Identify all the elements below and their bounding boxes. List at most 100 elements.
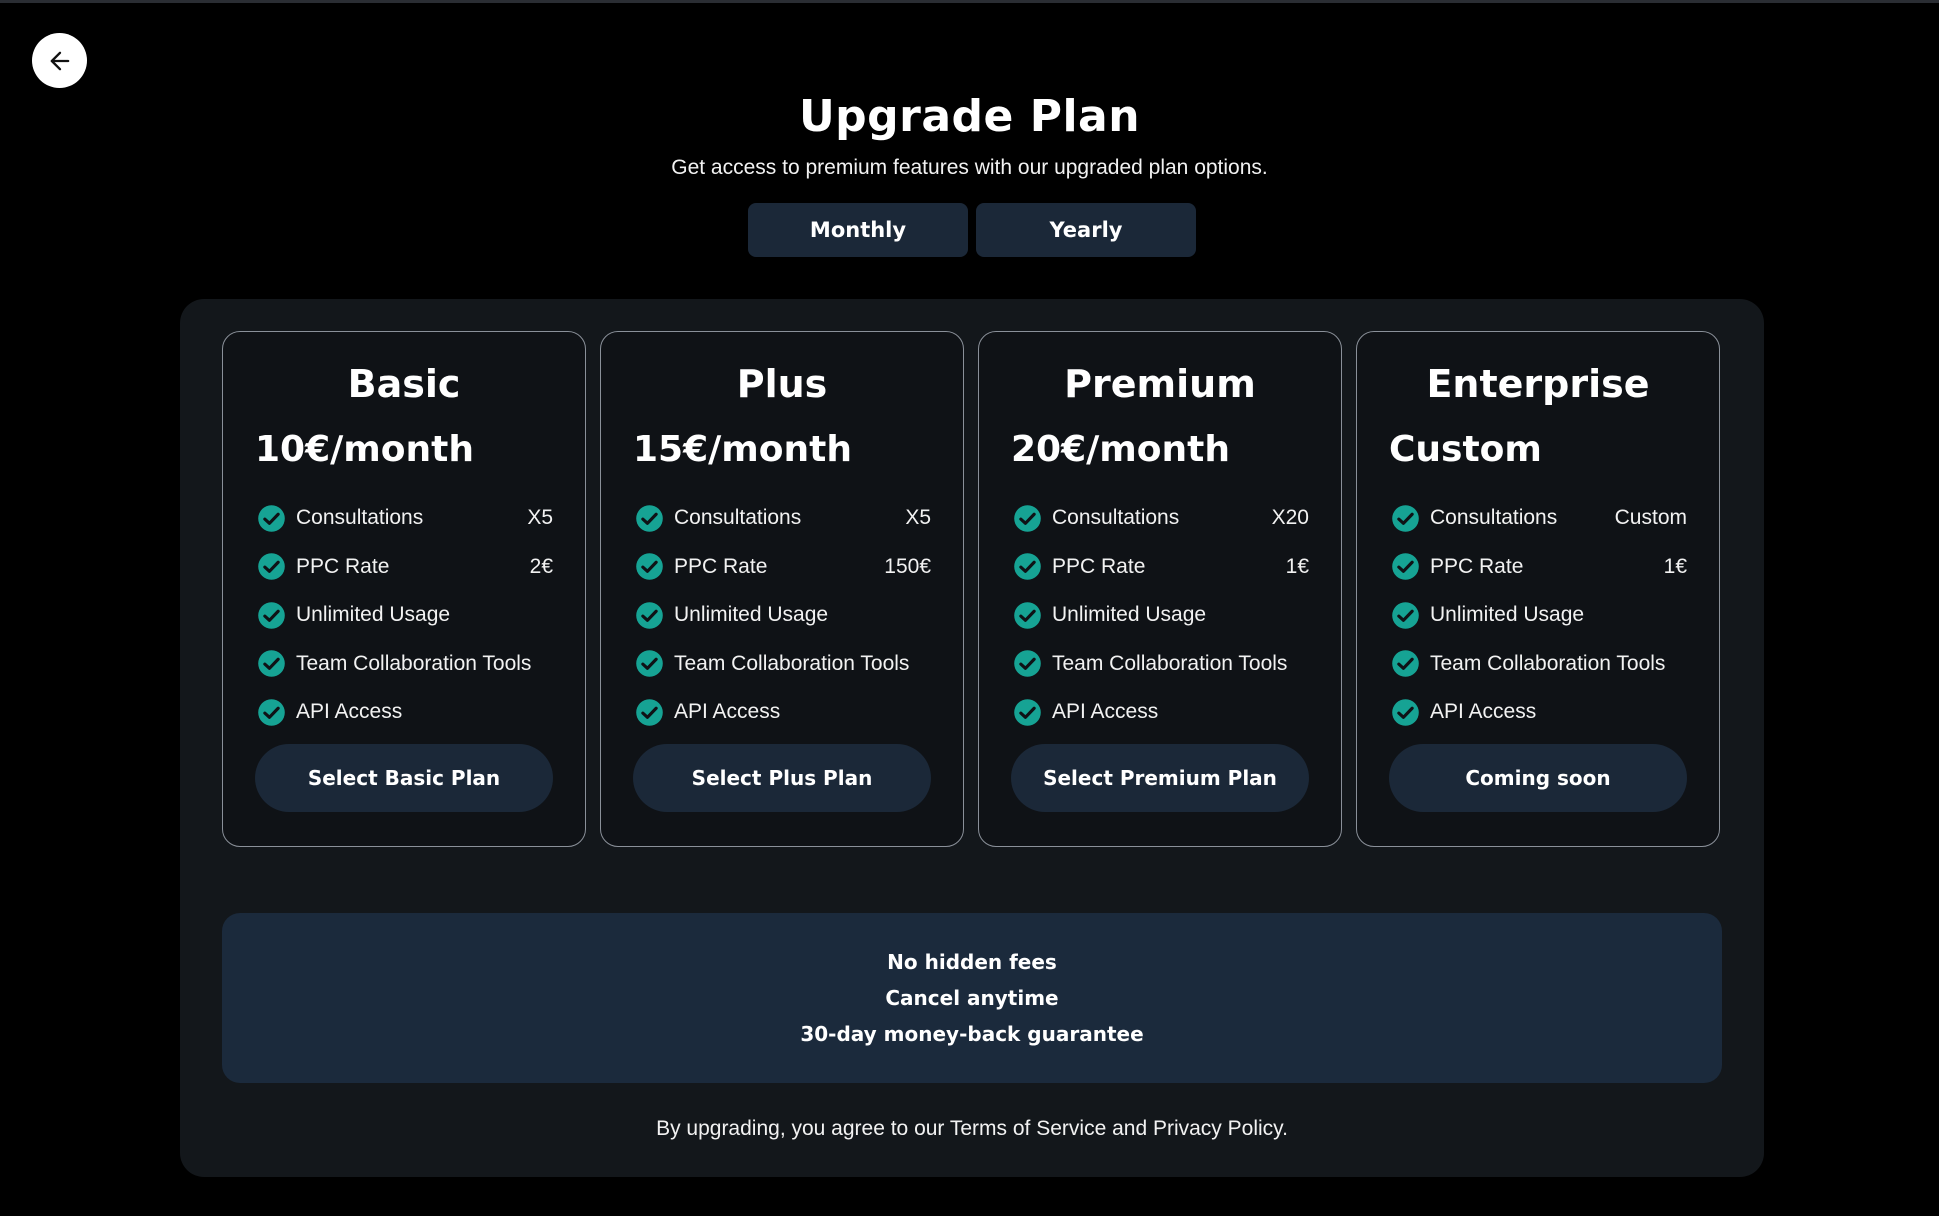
feature-item: API Access xyxy=(635,688,931,737)
feature-label: PPC Rate xyxy=(296,554,390,578)
page-title: Upgrade Plan xyxy=(798,91,1141,142)
check-circle-icon xyxy=(1013,601,1042,630)
feature-item: PPC Rate 150€ xyxy=(635,543,931,592)
check-circle-icon xyxy=(257,601,286,630)
plan-price: 15€/month xyxy=(633,429,853,470)
feature-item: API Access xyxy=(1013,688,1309,737)
feature-item: PPC Rate 1€ xyxy=(1013,543,1309,592)
page-subtitle: Get access to premium features with our … xyxy=(671,156,1268,179)
monthly-toggle-button[interactable]: Monthly xyxy=(748,203,968,257)
feature-item: Team Collaboration Tools xyxy=(1391,640,1687,689)
select-plus-plan-button[interactable]: Select Plus Plan xyxy=(633,744,931,812)
plan-name: Plus xyxy=(736,362,828,406)
check-circle-icon xyxy=(1391,698,1420,727)
feature-item: PPC Rate 2€ xyxy=(257,543,553,592)
yearly-toggle-button[interactable]: Yearly xyxy=(976,203,1196,257)
terms-notice: By upgrading, you agree to our Terms of … xyxy=(656,1117,1288,1140)
plans-panel: Basic 10€/month Consultations X5 PPC Rate 2€ U… xyxy=(180,299,1764,1177)
feature-label: API Access xyxy=(296,700,403,724)
assurance-money-back: 30-day money-back guarantee xyxy=(800,1022,1144,1046)
feature-item: Unlimited Usage xyxy=(635,591,931,640)
feature-value: X5 xyxy=(527,506,553,530)
plan-price: 20€/month xyxy=(1011,429,1231,470)
check-circle-icon xyxy=(257,504,286,533)
feature-label: Consultations xyxy=(1430,506,1558,530)
feature-item: Consultations X20 xyxy=(1013,494,1309,543)
check-circle-icon xyxy=(257,552,286,581)
feature-item: Team Collaboration Tools xyxy=(257,640,553,689)
billing-period-toggle: Monthly Yearly xyxy=(748,203,1196,257)
feature-list: Consultations Custom PPC Rate 1€ Unlimited U… xyxy=(1391,494,1687,737)
feature-item: Team Collaboration Tools xyxy=(635,640,931,689)
feature-label: PPC Rate xyxy=(1430,554,1524,578)
assurance-box: No hidden fees Cancel anytime 30-day mon… xyxy=(222,913,1722,1083)
feature-item: Consultations X5 xyxy=(635,494,931,543)
check-circle-icon xyxy=(1391,504,1420,533)
feature-value: 1€ xyxy=(1285,554,1309,578)
check-circle-icon xyxy=(1391,649,1420,678)
feature-list: Consultations X5 PPC Rate 2€ Unlimited Usage… xyxy=(257,494,553,737)
feature-label: Team Collaboration Tools xyxy=(1052,651,1288,675)
feature-item: Consultations Custom xyxy=(1391,494,1687,543)
plan-card-basic: Basic 10€/month Consultations X5 PPC Rate 2€ U… xyxy=(222,331,586,847)
plan-name: Basic xyxy=(347,362,461,406)
back-button[interactable] xyxy=(32,33,87,88)
check-circle-icon xyxy=(635,649,664,678)
check-circle-icon xyxy=(635,698,664,727)
feature-label: Unlimited Usage xyxy=(1052,603,1207,627)
feature-label: API Access xyxy=(1052,700,1159,724)
feature-list: Consultations X5 PPC Rate 150€ Unlimited Usa… xyxy=(635,494,931,737)
feature-item: PPC Rate 1€ xyxy=(1391,543,1687,592)
feature-label: API Access xyxy=(674,700,781,724)
assurance-cancel-anytime: Cancel anytime xyxy=(885,986,1059,1010)
plan-cards: Basic 10€/month Consultations X5 PPC Rate 2€ U… xyxy=(222,331,1720,847)
upgrade-plan-page: Upgrade Plan Get access to premium featu… xyxy=(0,0,1939,1216)
feature-item: Consultations X5 xyxy=(257,494,553,543)
feature-value: X5 xyxy=(905,506,931,530)
feature-label: Consultations xyxy=(674,506,802,530)
feature-label: Team Collaboration Tools xyxy=(1430,651,1666,675)
arrow-left-icon xyxy=(50,51,69,70)
feature-list: Consultations X20 PPC Rate 1€ Unlimited Usag… xyxy=(1013,494,1309,737)
feature-value: X20 xyxy=(1271,506,1309,530)
feature-value: Custom xyxy=(1614,506,1687,530)
feature-label: PPC Rate xyxy=(674,554,768,578)
feature-item: Unlimited Usage xyxy=(1391,591,1687,640)
check-circle-icon xyxy=(1391,601,1420,630)
check-circle-icon xyxy=(635,552,664,581)
plan-card-enterprise: Enterprise Custom Consultations Custom PPC R… xyxy=(1356,331,1720,847)
check-circle-icon xyxy=(1391,552,1420,581)
select-basic-plan-button[interactable]: Select Basic Plan xyxy=(255,744,553,812)
feature-label: Team Collaboration Tools xyxy=(674,651,910,675)
assurance-no-hidden-fees: No hidden fees xyxy=(887,950,1057,974)
feature-item: Unlimited Usage xyxy=(257,591,553,640)
check-circle-icon xyxy=(257,649,286,678)
feature-item: API Access xyxy=(1391,688,1687,737)
check-circle-icon xyxy=(635,601,664,630)
feature-label: Unlimited Usage xyxy=(1430,603,1585,627)
plan-card-plus: Plus 15€/month Consultations X5 PPC Rate 150€… xyxy=(600,331,964,847)
check-circle-icon xyxy=(1013,649,1042,678)
feature-value: 150€ xyxy=(884,554,931,578)
plan-price: Custom xyxy=(1389,429,1542,470)
plan-name: Enterprise xyxy=(1426,362,1650,406)
select-premium-plan-button[interactable]: Select Premium Plan xyxy=(1011,744,1309,812)
feature-label: Unlimited Usage xyxy=(674,603,829,627)
feature-label: Team Collaboration Tools xyxy=(296,651,532,675)
plan-price: 10€/month xyxy=(255,429,475,470)
check-circle-icon xyxy=(257,698,286,727)
check-circle-icon xyxy=(635,504,664,533)
plan-name: Premium xyxy=(1064,362,1256,406)
feature-label: Consultations xyxy=(1052,506,1180,530)
plan-card-premium: Premium 20€/month Consultations X20 PPC Rate… xyxy=(978,331,1342,847)
check-circle-icon xyxy=(1013,552,1042,581)
feature-label: Unlimited Usage xyxy=(296,603,451,627)
check-circle-icon xyxy=(1013,504,1042,533)
feature-value: 2€ xyxy=(529,554,553,578)
check-circle-icon xyxy=(1013,698,1042,727)
feature-value: 1€ xyxy=(1663,554,1687,578)
feature-label: Consultations xyxy=(296,506,424,530)
feature-label: API Access xyxy=(1430,700,1537,724)
feature-item: API Access xyxy=(257,688,553,737)
select-enterprise-plan-button[interactable]: Coming soon xyxy=(1389,744,1687,812)
